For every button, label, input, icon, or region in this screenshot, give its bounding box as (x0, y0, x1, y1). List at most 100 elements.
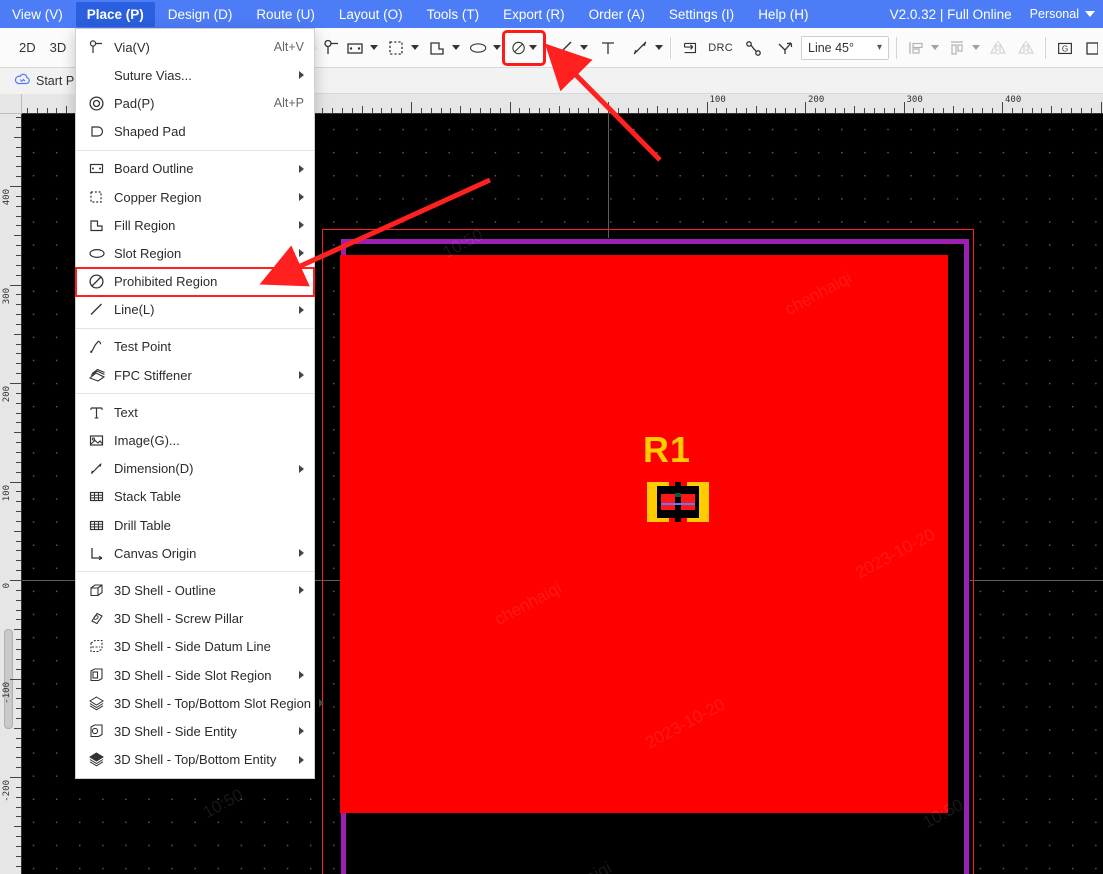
export-icon[interactable] (1079, 33, 1103, 63)
gerber-icon[interactable]: G (1053, 33, 1077, 63)
menu-item-label: 3D Shell - Outline (114, 582, 216, 598)
component-footprint[interactable] (647, 482, 709, 522)
ruler-tick (332, 108, 334, 113)
ruler-tick (1080, 108, 1082, 113)
vertical-ruler[interactable]: -200 -100 0 100 200 300 400 (0, 114, 22, 874)
menu-layout[interactable]: Layout (O) (328, 2, 414, 27)
ruler-tick (16, 698, 21, 700)
menu-item-3d-shell-topbottom-entity[interactable]: 3D Shell - Top/Bottom Entity (76, 746, 314, 774)
menu-item-via[interactable]: Via(V) Alt+V (76, 33, 314, 61)
copper-region-dropdown-icon[interactable] (410, 45, 419, 50)
slot-region-dropdown-icon[interactable] (493, 45, 502, 50)
menu-item-3d-shell-side-entity[interactable]: 3D Shell - Side Entity (76, 717, 314, 745)
menu-item-drill-table[interactable]: Drill Table (76, 511, 314, 539)
menu-item-pad[interactable]: Pad(P) Alt+P (76, 89, 314, 117)
menu-item-stack-table[interactable]: Stack Table (76, 483, 314, 511)
menu-route[interactable]: Route (U) (245, 2, 326, 27)
ruler-tick (371, 108, 373, 113)
menu-item-copper-region[interactable]: Copper Region (76, 183, 314, 211)
ruler-tick (942, 108, 944, 113)
flip-vertical-icon[interactable] (1014, 33, 1038, 63)
menu-item-board-outline[interactable]: Board Outline (76, 155, 314, 183)
board-outline-icon[interactable] (343, 33, 367, 63)
ruler-tick (982, 108, 984, 113)
menu-design[interactable]: Design (D) (157, 2, 244, 27)
prohibited-region-dropdown-icon[interactable] (529, 45, 538, 50)
menu-item-suture-vias[interactable]: Suture Vias... (76, 61, 314, 89)
slot-region-icon[interactable] (466, 33, 490, 63)
ruler-tick (873, 108, 875, 113)
view-2d-button[interactable]: 2D (12, 37, 43, 58)
menu-item-dimension[interactable]: Dimension(D) (76, 455, 314, 483)
menu-item-line[interactable]: Line(L) (76, 296, 314, 324)
menu-item-3d-shell-outline[interactable]: 3D Shell - Outline (76, 576, 314, 604)
place-dropdown-menu[interactable]: Via(V) Alt+V Suture Vias... Pad(P) Alt+P… (75, 28, 325, 779)
menu-item-label: 3D Shell - Top/Bottom Entity (114, 752, 277, 768)
ruler-tick (14, 826, 21, 828)
menu-view[interactable]: View (V) (1, 2, 74, 27)
menu-item-slot-region[interactable]: Slot Region (76, 239, 314, 267)
menu-order[interactable]: Order (A) (578, 2, 656, 27)
view-3d-button[interactable]: 3D (43, 37, 74, 58)
align-icon[interactable] (904, 33, 928, 63)
submenu-arrow-icon (299, 755, 304, 764)
ruler-tick (351, 108, 353, 113)
line-dropdown-icon[interactable] (580, 45, 589, 50)
route-icon[interactable] (741, 33, 765, 63)
menu-item-3d-shell-side-datum-line[interactable]: 3D Shell - Side Datum Line (76, 633, 314, 661)
board-outline-dropdown-icon[interactable] (369, 45, 378, 50)
menu-item-prohibited-region[interactable]: Prohibited Region (75, 266, 315, 297)
line-mode-select[interactable]: Line 45° ▾ (801, 35, 889, 60)
menu-item-test-point[interactable]: Test Point (76, 333, 314, 361)
menu-export[interactable]: Export (R) (492, 2, 576, 27)
menu-item-fpc-stiffener[interactable]: FPC Stiffener (76, 361, 314, 389)
ruler-tick (716, 108, 718, 113)
chevron-down-icon[interactable] (1085, 11, 1095, 17)
ruler-tick (342, 108, 344, 113)
menu-item-image[interactable]: Image(G)... (76, 426, 314, 454)
distribute-dropdown-icon[interactable] (972, 45, 980, 50)
ruler-label: 0 (2, 583, 12, 589)
menu-item-shaped-pad[interactable]: Shaped Pad (76, 118, 314, 146)
ruler-tick (16, 471, 21, 473)
ruler-tick (16, 373, 21, 375)
menu-item-3d-shell-screw-pillar[interactable]: 3D Shell - Screw Pillar (76, 605, 314, 633)
menu-item-text[interactable]: Text (76, 398, 314, 426)
menu-item-canvas-origin[interactable]: Canvas Origin (76, 539, 314, 567)
menu-item-fill-region[interactable]: Fill Region (76, 211, 314, 239)
ruler-tick (16, 796, 21, 798)
prohibited-region-icon (88, 273, 114, 290)
ruler-tick (578, 108, 580, 113)
account-label[interactable]: Personal (1030, 7, 1079, 21)
drc-icon[interactable]: DRC (708, 33, 733, 63)
menu-help[interactable]: Help (H) (747, 2, 819, 27)
menu-item-3d-shell-topbottom-slot-region[interactable]: 3D Shell - Top/Bottom Slot Region (76, 689, 325, 717)
flip-horizontal-icon[interactable] (986, 33, 1010, 63)
distribute-icon[interactable] (945, 33, 969, 63)
menu-tools[interactable]: Tools (T) (416, 2, 491, 27)
board-copper-fill[interactable] (340, 255, 948, 813)
via-icon[interactable] (319, 33, 343, 63)
ruler-tick (16, 786, 21, 788)
menu-settings[interactable]: Settings (I) (658, 2, 745, 27)
dimension-dropdown-icon[interactable] (655, 45, 664, 50)
menu-place[interactable]: Place (P) (75, 1, 155, 27)
menu-item-3d-shell-side-slot-region[interactable]: 3D Shell - Side Slot Region (76, 661, 314, 689)
copper-region-icon[interactable] (384, 33, 408, 63)
prohibited-region-toolbar-button[interactable] (502, 29, 547, 66)
fill-region-dropdown-icon[interactable] (451, 45, 460, 50)
ruler-tick (519, 108, 521, 113)
dimension-icon[interactable] (628, 33, 652, 63)
fill-region-icon[interactable] (425, 33, 449, 63)
ruler-tick (933, 108, 935, 113)
ruler-tick (56, 108, 58, 113)
align-dropdown-icon[interactable] (931, 45, 939, 50)
place-component-icon[interactable] (678, 33, 702, 63)
line-icon[interactable] (553, 33, 577, 63)
menu-item-label: Pad(P) (114, 95, 155, 111)
menu-item-label: Slot Region (114, 245, 182, 261)
ruler-tick (864, 108, 866, 113)
fanout-icon[interactable] (773, 33, 797, 63)
shell-outline-icon (88, 582, 114, 599)
text-icon[interactable] (596, 33, 620, 63)
